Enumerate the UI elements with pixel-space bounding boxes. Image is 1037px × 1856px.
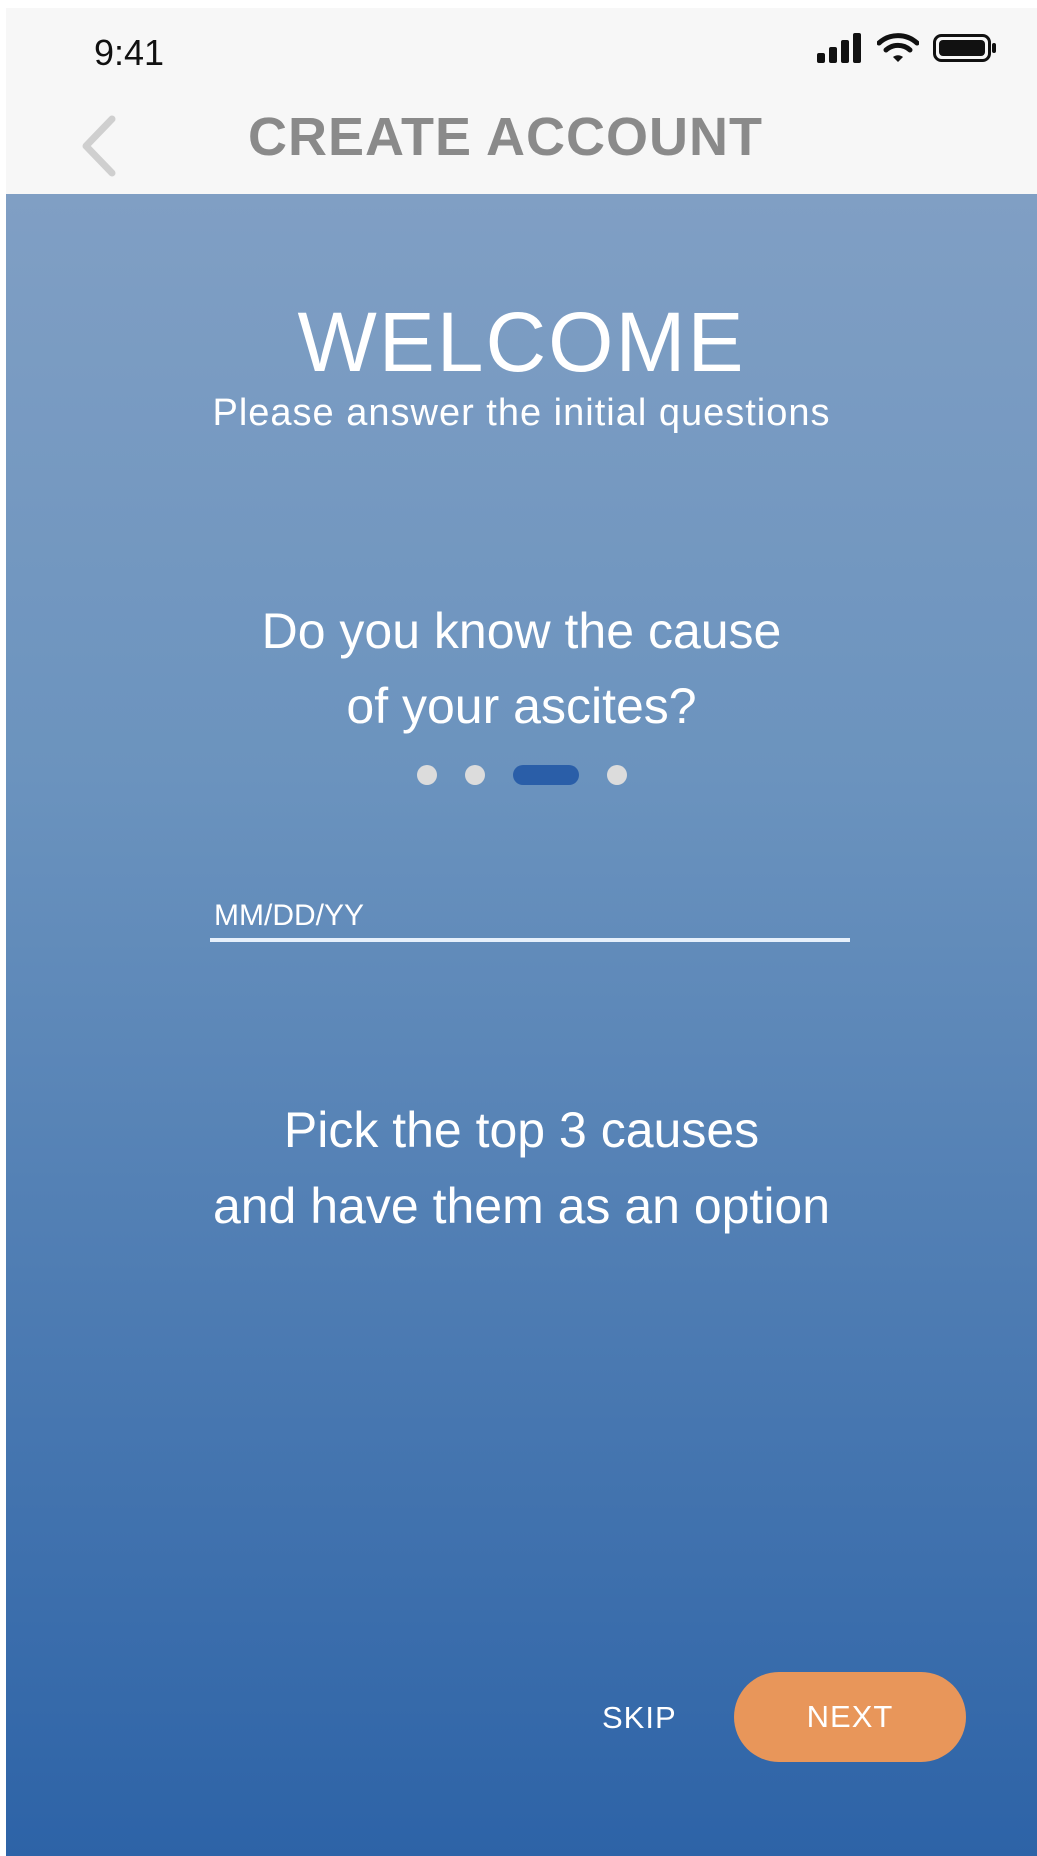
page-title: CREATE ACCOUNT: [6, 106, 1037, 168]
welcome-subtitle: Please answer the initial questions: [212, 392, 831, 434]
page-dot: [606, 765, 627, 785]
status-time: 9:41: [94, 32, 165, 73]
page-dot: [464, 765, 485, 785]
page-dot-active: [512, 765, 579, 785]
wifi-icon: [876, 32, 920, 68]
onboarding-panel: WELCOME Please answer the initial questi…: [6, 194, 1037, 1856]
cellular-signal-icon: [817, 32, 863, 68]
page-dot: [416, 765, 437, 785]
question-line-1: Do you know the cause: [261, 603, 782, 659]
navigation-bar: CREATE ACCOUNT: [6, 96, 1037, 202]
phone-screen: 9:41 CREATE ACCOUNT WELCOME Please answe…: [6, 8, 1037, 1856]
welcome-title: WELCOME: [297, 295, 746, 389]
status-bar: 9:41: [6, 8, 1037, 96]
question-text: Do you know the cause of your ascites?: [6, 594, 1037, 744]
skip-button[interactable]: SKIP: [602, 1700, 677, 1736]
battery-icon: [933, 33, 997, 68]
question-line-2: of your ascites?: [346, 678, 697, 734]
next-button[interactable]: NEXT: [734, 1672, 966, 1762]
designer-note: Pick the top 3 causes and have them as a…: [6, 1092, 1037, 1244]
note-line-1: Pick the top 3 causes: [283, 1102, 760, 1158]
status-icons: [817, 32, 997, 68]
note-line-2: and have them as an option: [212, 1178, 831, 1234]
page-indicator: [6, 764, 1037, 786]
date-input[interactable]: [210, 894, 850, 942]
page-title-text: CREATE ACCOUNT: [248, 107, 763, 167]
next-button-label: NEXT: [806, 1699, 894, 1734]
